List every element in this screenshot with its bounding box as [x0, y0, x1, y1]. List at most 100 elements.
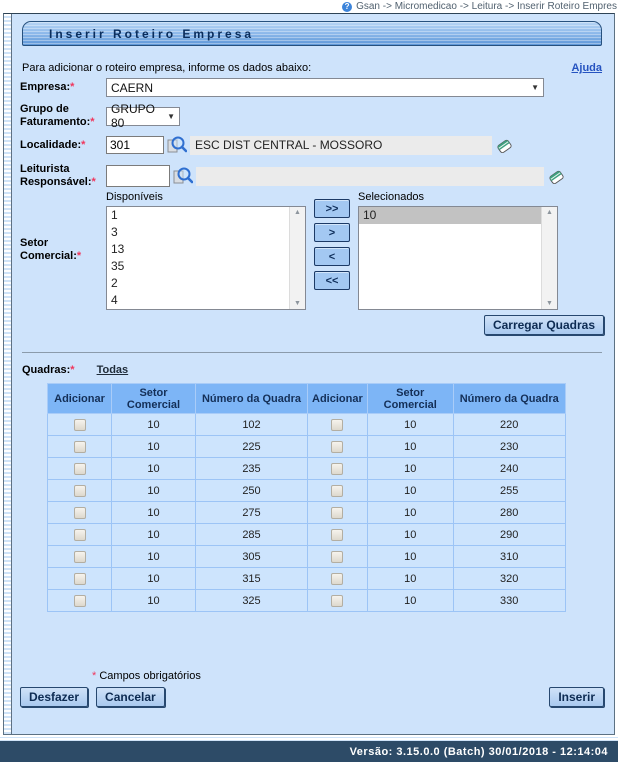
- checkbox-cell: [308, 502, 368, 524]
- checkbox-cell: [308, 414, 368, 436]
- quadra-checkbox[interactable]: [331, 485, 343, 497]
- table-cell: 275: [196, 502, 308, 524]
- inserir-button[interactable]: Inserir: [549, 687, 604, 707]
- table-header-row: Adicionar Setor Comercial Número da Quad…: [48, 384, 566, 414]
- required-asterisk: *: [90, 116, 94, 128]
- selecionados-listbox[interactable]: 10 ▲ ▼: [358, 206, 558, 310]
- table-row: 1028510290: [48, 524, 566, 546]
- ajuda-link[interactable]: Ajuda: [571, 62, 602, 74]
- table-cell: 220: [453, 414, 565, 436]
- localidade-eraser-icon[interactable]: [495, 136, 514, 155]
- selected-list: 10: [359, 207, 541, 309]
- checkbox-cell: [48, 414, 112, 436]
- table-cell: 315: [196, 568, 308, 590]
- required-asterisk: *: [92, 670, 96, 682]
- grupo-faturamento-select[interactable]: GRUPO 80 ▼: [106, 107, 180, 126]
- leiturista-search-icon[interactable]: [173, 166, 193, 186]
- list-item[interactable]: 35: [107, 258, 289, 275]
- desfazer-button[interactable]: Desfazer: [20, 687, 88, 707]
- localidade-search-icon[interactable]: [167, 135, 187, 155]
- quadra-checkbox[interactable]: [331, 419, 343, 431]
- checkbox-cell: [308, 480, 368, 502]
- list-item[interactable]: 2: [107, 275, 289, 292]
- todas-link[interactable]: Todas: [97, 364, 129, 376]
- table-cell: 285: [196, 524, 308, 546]
- table-cell: 10: [367, 546, 453, 568]
- table-cell: 10: [112, 502, 196, 524]
- checkbox-cell: [308, 546, 368, 568]
- list-item[interactable]: 1: [107, 207, 289, 224]
- quadra-checkbox[interactable]: [331, 463, 343, 475]
- leiturista-eraser-icon[interactable]: [547, 167, 566, 186]
- checkbox-cell: [48, 568, 112, 590]
- breadcrumb-text[interactable]: Gsan -> Micromedicao -> Leitura -> Inser…: [356, 1, 617, 12]
- table-cell: 240: [453, 458, 565, 480]
- version-text: Versão: 3.15.0.0 (Batch) 30/01/2018 - 12…: [350, 746, 608, 758]
- table-cell: 10: [367, 568, 453, 590]
- scrollbar[interactable]: ▲ ▼: [541, 207, 557, 309]
- setor-comercial-section: Setor Comercial:* Disponíveis 13133524 ▲…: [20, 191, 604, 310]
- table-cell: 10: [112, 524, 196, 546]
- selecionados-label: Selecionados: [358, 191, 558, 204]
- table-cell: 10: [112, 568, 196, 590]
- table-cell: 250: [196, 480, 308, 502]
- quadra-checkbox[interactable]: [74, 463, 86, 475]
- quadra-checkbox[interactable]: [331, 529, 343, 541]
- table-cell: 10: [112, 546, 196, 568]
- scroll-down-icon[interactable]: ▼: [294, 300, 301, 307]
- disponiveis-listbox[interactable]: 13133524 ▲ ▼: [106, 206, 306, 310]
- table-cell: 10: [367, 436, 453, 458]
- localidade-code-input[interactable]: [106, 136, 164, 154]
- quadra-checkbox[interactable]: [74, 551, 86, 563]
- quadra-checkbox[interactable]: [74, 507, 86, 519]
- required-asterisk: *: [70, 81, 74, 93]
- quadra-checkbox[interactable]: [74, 595, 86, 607]
- grupo-select-value: GRUPO 80: [111, 102, 161, 130]
- leiturista-code-input[interactable]: [106, 165, 170, 187]
- quadra-checkbox[interactable]: [331, 551, 343, 563]
- list-item[interactable]: 13: [107, 241, 289, 258]
- scroll-up-icon[interactable]: ▲: [294, 209, 301, 216]
- cancelar-button[interactable]: Cancelar: [96, 687, 165, 707]
- table-cell: 10: [367, 480, 453, 502]
- table-cell: 235: [196, 458, 308, 480]
- scroll-down-icon[interactable]: ▼: [546, 300, 553, 307]
- grupo-faturamento-row: Grupo de Faturamento:* GRUPO 80 ▼: [20, 103, 604, 129]
- quadra-checkbox[interactable]: [331, 441, 343, 453]
- list-item[interactable]: 4: [107, 292, 289, 309]
- table-cell: 102: [196, 414, 308, 436]
- leiturista-label: Leiturista Responsável:*: [20, 163, 106, 189]
- scrollbar[interactable]: ▲ ▼: [289, 207, 305, 309]
- quadra-checkbox[interactable]: [74, 441, 86, 453]
- checkbox-cell: [308, 524, 368, 546]
- move-all-left-button[interactable]: <<: [314, 271, 350, 290]
- table-cell: 325: [196, 590, 308, 612]
- quadra-checkbox[interactable]: [331, 573, 343, 585]
- quadra-checkbox[interactable]: [74, 419, 86, 431]
- move-all-right-button[interactable]: >>: [314, 199, 350, 218]
- table-cell: 255: [453, 480, 565, 502]
- move-right-button[interactable]: >: [314, 223, 350, 242]
- table-cell: 10: [367, 524, 453, 546]
- quadra-checkbox[interactable]: [331, 507, 343, 519]
- quadra-checkbox[interactable]: [74, 529, 86, 541]
- carregar-quadras-button[interactable]: Carregar Quadras: [484, 315, 604, 335]
- move-left-button[interactable]: <: [314, 247, 350, 266]
- intro-text: Para adicionar o roteiro empresa, inform…: [22, 62, 311, 74]
- scroll-up-icon[interactable]: ▲: [546, 209, 553, 216]
- localidade-label: Localidade:*: [20, 139, 106, 152]
- quadra-checkbox[interactable]: [331, 595, 343, 607]
- empresa-select[interactable]: CAERN ▼: [106, 78, 544, 97]
- list-item[interactable]: 10: [359, 207, 541, 224]
- column-header-setor-right: Setor Comercial: [367, 384, 453, 414]
- help-question-icon[interactable]: ?: [342, 2, 352, 12]
- column-header-adicionar-right: Adicionar: [308, 384, 368, 414]
- table-cell: 10: [112, 436, 196, 458]
- quadras-label: Quadras:*: [22, 364, 75, 376]
- table-cell: 10: [112, 480, 196, 502]
- quadra-checkbox[interactable]: [74, 485, 86, 497]
- list-item[interactable]: 3: [107, 224, 289, 241]
- required-asterisk: *: [77, 250, 81, 262]
- quadra-checkbox[interactable]: [74, 573, 86, 585]
- leiturista-row: Leiturista Responsável:*: [20, 163, 604, 189]
